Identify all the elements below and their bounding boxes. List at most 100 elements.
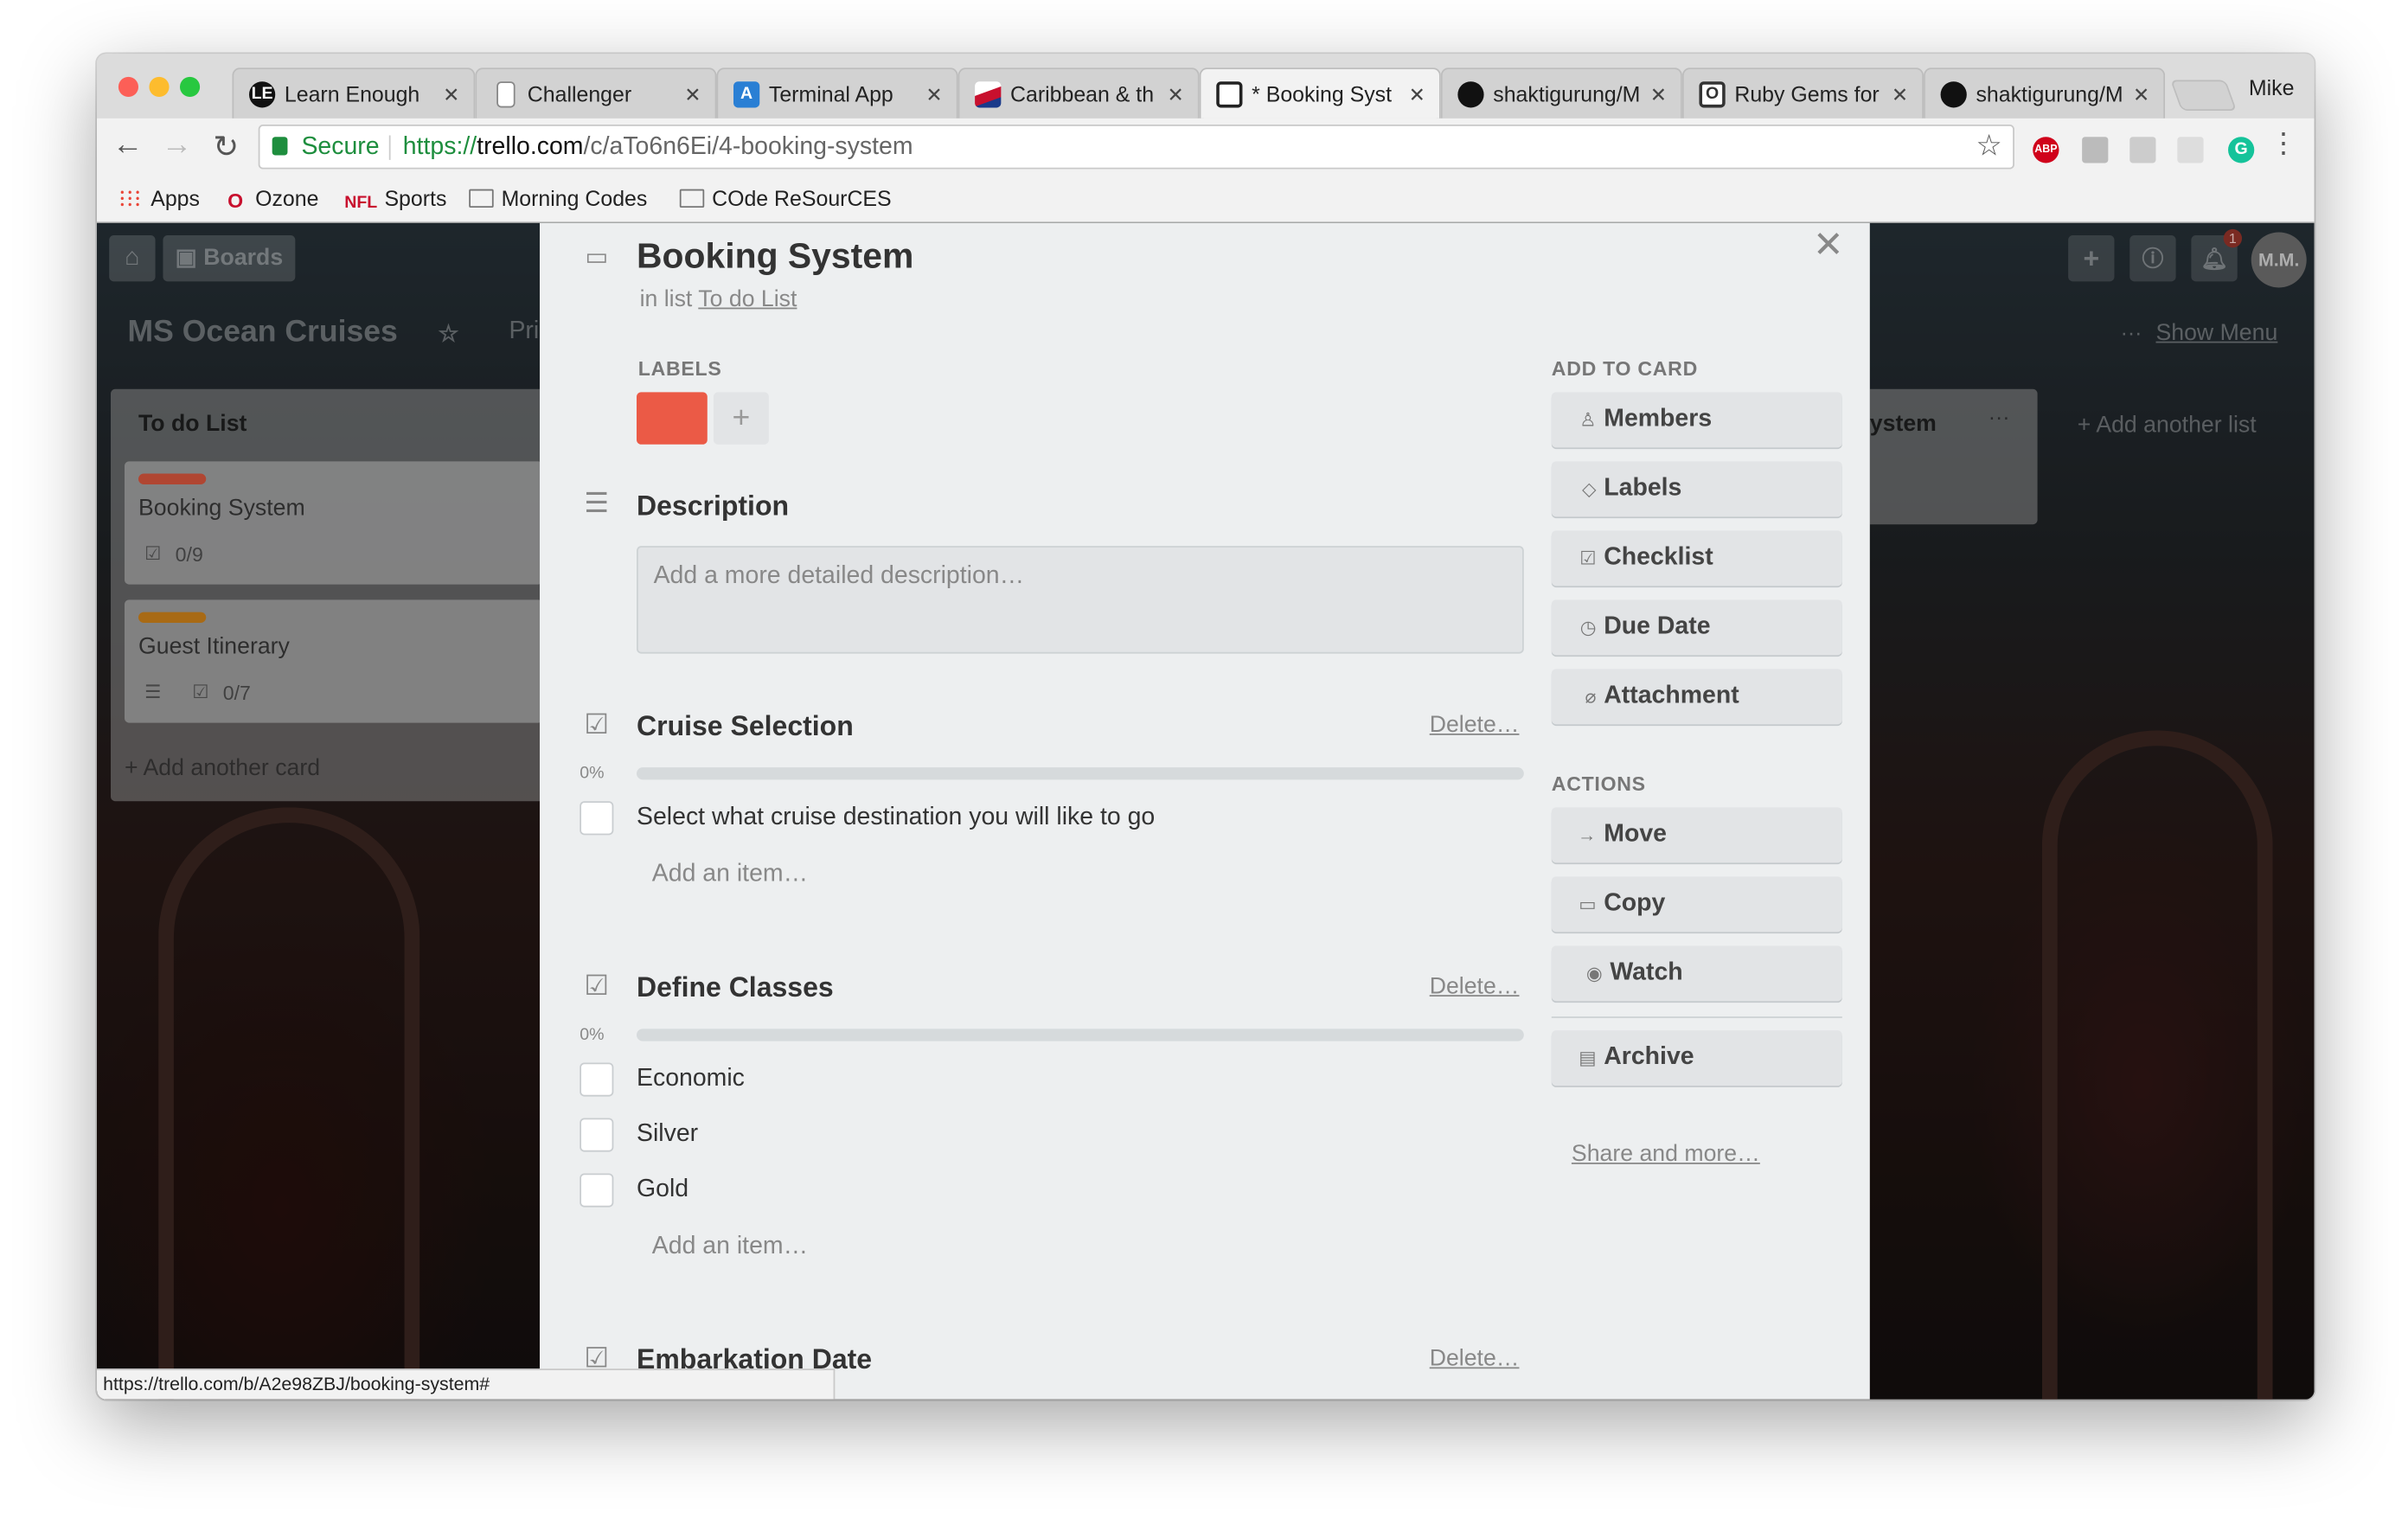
watch-button[interactable]: ◉ Watch — [1551, 945, 1842, 1002]
close-tab-icon[interactable]: ✕ — [2133, 69, 2149, 119]
extension-icon[interactable] — [2129, 137, 2156, 163]
more-icon[interactable]: ··· — [2121, 320, 2142, 344]
info-icon[interactable]: ⓘ — [2129, 235, 2176, 282]
checklist-item-text[interactable]: Gold — [637, 1176, 688, 1204]
board-title[interactable]: MS Ocean Cruises — [128, 315, 398, 350]
add-label-button[interactable]: + — [713, 392, 769, 445]
forward-button[interactable]: → — [158, 128, 195, 163]
add-item-button[interactable]: Add an item… — [652, 862, 808, 889]
tab-title: shaktigurung/M — [1493, 81, 1641, 106]
tab-terminal-app[interactable]: A Terminal App ✕ — [716, 67, 958, 119]
privacy-button[interactable]: Pri — [509, 318, 539, 346]
bookmark-morning-codes[interactable]: Morning Codes — [469, 186, 647, 211]
delete-checklist-link[interactable]: Delete… — [1430, 973, 1520, 999]
description-input[interactable]: Add a more detailed description… — [637, 546, 1524, 654]
close-tab-icon[interactable]: ✕ — [1892, 69, 1908, 119]
star-icon[interactable]: ☆ — [439, 320, 459, 348]
tab-challenger[interactable]: Challenger ✕ — [475, 67, 717, 119]
close-tab-icon[interactable]: ✕ — [443, 69, 459, 119]
ruby-gems-icon: O — [1699, 81, 1726, 108]
bookmark-sports[interactable]: NFL Sports — [344, 186, 446, 212]
zoom-window-button[interactable] — [180, 76, 201, 98]
checklist-item-text[interactable]: Silver — [637, 1121, 698, 1149]
tab-booking-system[interactable]: * Booking Syst ✕ — [1199, 67, 1441, 119]
drive-extension-icon[interactable] — [2082, 137, 2109, 163]
github-icon — [1940, 81, 1967, 108]
checklist-title[interactable]: Cruise Selection — [637, 710, 854, 742]
folder-icon — [679, 189, 705, 208]
avatar[interactable]: M.M. — [2251, 232, 2307, 288]
grammarly-icon[interactable]: G — [2228, 137, 2255, 163]
tab-ruby-gems[interactable]: O Ruby Gems for ✕ — [1681, 67, 1924, 119]
checklist-item-text[interactable]: Select what cruise destination you will … — [637, 804, 1155, 832]
list-card[interactable]: Booking System ☑ 0/9 — [125, 461, 543, 585]
bookmark-star-icon[interactable]: ☆ — [1976, 126, 2001, 168]
description-icon: ☰ — [584, 487, 610, 519]
add-card-button[interactable]: + Add another card — [125, 755, 320, 781]
delete-checklist-link[interactable]: Delete… — [1430, 1346, 1520, 1372]
checklist-icon: ☑ — [192, 681, 209, 703]
archive-box-icon: ▤ — [1579, 1047, 1597, 1069]
new-tab-button[interactable] — [2170, 80, 2238, 112]
tab-github-2[interactable]: shaktigurung/M ✕ — [1924, 67, 2166, 119]
close-tab-icon[interactable]: ✕ — [925, 69, 942, 119]
back-button[interactable]: ← — [109, 128, 146, 163]
list-menu-icon[interactable]: ··· — [1989, 405, 2010, 429]
close-tab-icon[interactable]: ✕ — [684, 69, 701, 119]
close-dialog-icon[interactable]: ✕ — [1813, 223, 1844, 268]
actions-heading: ACTIONS — [1551, 772, 1646, 796]
copy-button[interactable]: ▭ Copy — [1551, 876, 1842, 932]
page-icon — [496, 81, 516, 108]
tab-github-1[interactable]: shaktigurung/M ✕ — [1440, 67, 1682, 119]
terminal-app-icon: A — [733, 81, 760, 108]
list-link[interactable]: To do List — [698, 286, 797, 312]
close-window-button[interactable] — [118, 76, 139, 98]
card-title[interactable]: Booking System — [637, 235, 913, 277]
move-button[interactable]: → Move — [1551, 807, 1842, 863]
profile-name[interactable]: Mike — [2249, 75, 2295, 99]
bookmark-code-resources[interactable]: COde ReSourCES — [679, 186, 892, 211]
card-label — [138, 612, 207, 624]
person-icon: ♙ — [1579, 408, 1597, 431]
show-menu-link[interactable]: Show Menu — [2155, 320, 2277, 346]
close-tab-icon[interactable]: ✕ — [1650, 69, 1667, 119]
adblock-icon[interactable]: ABP — [2033, 137, 2059, 163]
tab-caribbean[interactable]: Caribbean & th ✕ — [957, 67, 1200, 119]
checklist-item-checkbox[interactable] — [580, 801, 614, 836]
checklist-title[interactable]: Define Classes — [637, 972, 834, 1004]
labels-button[interactable]: ◇ Labels — [1551, 461, 1842, 517]
delete-checklist-link[interactable]: Delete… — [1430, 712, 1520, 738]
close-tab-icon[interactable]: ✕ — [1409, 69, 1425, 119]
checklist-item-checkbox[interactable] — [580, 1173, 614, 1208]
add-list-button[interactable]: + Add another list — [2078, 412, 2257, 438]
lock-icon — [272, 137, 288, 156]
archive-button[interactable]: ▤ Archive — [1551, 1030, 1842, 1086]
checklist-item-text[interactable]: Economic — [637, 1066, 745, 1093]
list-title[interactable]: ystem — [1870, 411, 1937, 437]
members-button[interactable]: ♙ Members — [1551, 392, 1842, 448]
boards-button[interactable]: ▣ Boards — [163, 235, 296, 282]
address-bar[interactable]: Secure https://trello.com/c/aTo6n6Ei/4-b… — [258, 125, 2014, 170]
attachment-button[interactable]: ⌀ Attachment — [1551, 669, 1842, 725]
bookmark-apps[interactable]: Apps — [118, 186, 200, 211]
checklist-item-checkbox[interactable] — [580, 1118, 614, 1152]
card-label-chip[interactable] — [637, 392, 708, 445]
home-icon[interactable]: ⌂ — [109, 235, 156, 282]
share-and-more-link[interactable]: Share and more… — [1572, 1141, 1760, 1167]
list-card[interactable]: Guest Itinerary ☰ ☑ 0/7 — [125, 599, 543, 723]
menu-kebab-icon[interactable]: ⋮ — [2265, 128, 2302, 160]
tab-learn-enough[interactable]: LE Learn Enough ✕ — [232, 67, 476, 119]
list-title[interactable]: To do List — [138, 411, 247, 437]
extension-icon[interactable] — [2177, 137, 2204, 163]
minimize-window-button[interactable] — [149, 76, 170, 98]
bookmark-ozone[interactable]: O Ozone — [227, 186, 318, 212]
tag-icon: ◇ — [1581, 477, 1597, 500]
add-icon[interactable]: + — [2068, 235, 2115, 282]
close-tab-icon[interactable]: ✕ — [1168, 69, 1184, 119]
checklist-button[interactable]: ☑ Checklist — [1551, 530, 1842, 586]
add-item-button[interactable]: Add an item… — [652, 1234, 808, 1261]
checklist-item-checkbox[interactable] — [580, 1062, 614, 1097]
due-date-button[interactable]: ◷ Due Date — [1551, 599, 1842, 656]
reload-button[interactable]: ↻ — [208, 128, 245, 166]
todo-list: To do List Booking System ☑ 0/9 Guest It… — [111, 388, 557, 802]
